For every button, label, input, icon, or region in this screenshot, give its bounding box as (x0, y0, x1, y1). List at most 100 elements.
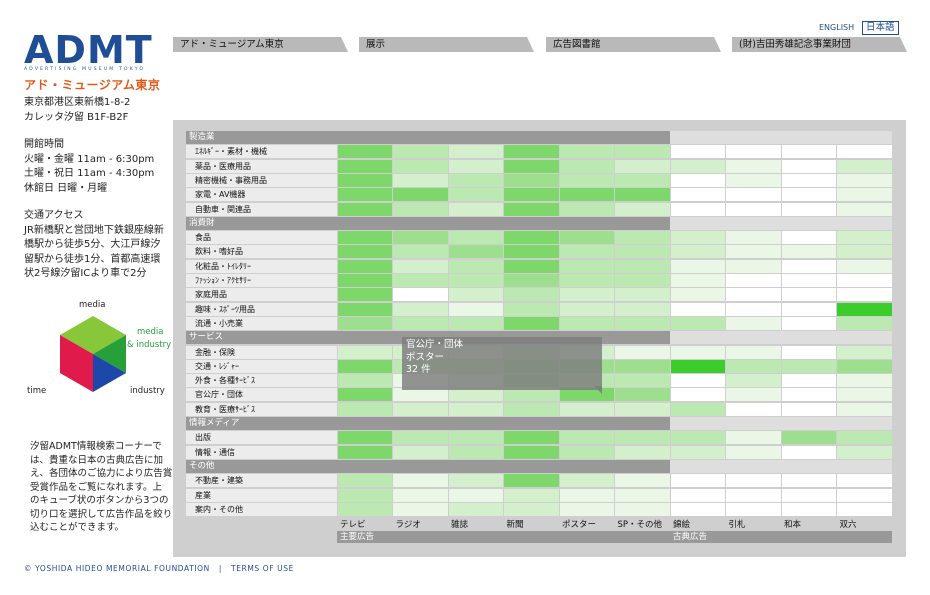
matrix-cell[interactable] (559, 502, 614, 516)
matrix-cell[interactable] (615, 159, 670, 173)
matrix-cell[interactable] (726, 202, 781, 216)
matrix-cell[interactable] (837, 488, 892, 502)
industry-row-label[interactable]: 食品 (186, 231, 337, 245)
matrix-cell[interactable] (559, 145, 614, 159)
matrix-cell[interactable] (615, 388, 670, 402)
matrix-cell[interactable] (559, 445, 614, 459)
matrix-cell[interactable] (615, 402, 670, 416)
media-column-label[interactable]: 和本 (784, 518, 801, 530)
category-header[interactable]: その他 (186, 459, 337, 473)
matrix-cell[interactable] (781, 388, 836, 402)
matrix-cell[interactable] (559, 188, 614, 202)
matrix-cell[interactable] (781, 402, 836, 416)
category-header[interactable]: 消費財 (186, 216, 337, 230)
matrix-cell[interactable] (670, 259, 725, 273)
media-column-label[interactable]: 雑誌 (451, 518, 468, 530)
matrix-cell[interactable] (726, 402, 781, 416)
matrix-cell[interactable] (781, 259, 836, 273)
industry-row-label[interactable]: 飲料・嗜好品 (186, 245, 337, 259)
matrix-cell[interactable] (393, 231, 448, 245)
matrix-cell[interactable] (337, 159, 392, 173)
matrix-cell[interactable] (393, 474, 448, 488)
matrix-cell[interactable] (559, 431, 614, 445)
matrix-cell[interactable] (337, 245, 392, 259)
industry-row-label[interactable]: ﾌｧｯｼｮﾝ・ｱｸｾｻﾘｰ (186, 274, 337, 287)
matrix-cell[interactable] (337, 502, 392, 516)
matrix-cell[interactable] (670, 245, 725, 259)
matrix-cell[interactable] (504, 231, 559, 245)
matrix-cell[interactable] (726, 159, 781, 173)
matrix-cell[interactable] (393, 274, 448, 287)
matrix-cell[interactable] (337, 173, 392, 187)
nav-tab-exhibition[interactable]: 展示 (359, 37, 534, 52)
industry-row-label[interactable]: 自動車・関連品 (186, 202, 337, 216)
matrix-cell[interactable] (837, 316, 892, 330)
matrix-cell[interactable] (781, 288, 836, 302)
matrix-cell[interactable] (615, 374, 670, 388)
matrix-cell[interactable] (393, 245, 448, 259)
matrix-cell[interactable] (615, 145, 670, 159)
matrix-cell[interactable] (781, 159, 836, 173)
matrix-cell[interactable] (559, 474, 614, 488)
matrix-cell[interactable] (448, 188, 503, 202)
industry-row-label[interactable]: 情報・通信 (186, 445, 337, 459)
matrix-cell[interactable] (670, 302, 725, 316)
media-column-label[interactable]: ポスター (562, 518, 596, 530)
matrix-cell[interactable] (615, 431, 670, 445)
matrix-cell[interactable] (393, 202, 448, 216)
matrix-cell[interactable] (559, 316, 614, 330)
industry-row-label[interactable]: 趣味・ｽﾎﾟｰﾂ用品 (186, 302, 337, 316)
matrix-cell[interactable] (559, 302, 614, 316)
matrix-cell[interactable] (504, 502, 559, 516)
industry-row-label[interactable]: 精密機械・事務用品 (186, 173, 337, 187)
matrix-cell[interactable] (726, 445, 781, 459)
matrix-cell[interactable] (615, 288, 670, 302)
matrix-cell[interactable] (837, 402, 892, 416)
matrix-cell[interactable] (837, 345, 892, 359)
matrix-cell[interactable] (837, 202, 892, 216)
industry-row-label[interactable]: 外食・各種ｻｰﾋﾞｽ (186, 374, 337, 388)
matrix-cell[interactable] (448, 502, 503, 516)
matrix-cell[interactable] (781, 316, 836, 330)
matrix-cell[interactable] (670, 159, 725, 173)
matrix-cell[interactable] (781, 202, 836, 216)
matrix-cell[interactable] (504, 202, 559, 216)
industry-row-label[interactable]: 家電・AV機器 (186, 188, 337, 202)
matrix-cell[interactable] (337, 488, 392, 502)
matrix-cell[interactable] (504, 188, 559, 202)
matrix-cell[interactable] (393, 145, 448, 159)
matrix-cell[interactable] (781, 488, 836, 502)
matrix-cell[interactable] (504, 474, 559, 488)
matrix-cell[interactable] (393, 316, 448, 330)
matrix-cell[interactable] (393, 288, 448, 302)
industry-row-label[interactable]: 教育・医療ｻｰﾋﾞｽ (186, 402, 337, 416)
matrix-cell[interactable] (448, 159, 503, 173)
matrix-cell[interactable] (393, 402, 448, 416)
matrix-cell[interactable] (504, 159, 559, 173)
matrix-cell[interactable] (670, 288, 725, 302)
media-column-label[interactable]: 双六 (840, 518, 857, 530)
matrix-cell[interactable] (615, 302, 670, 316)
matrix-cell[interactable] (781, 474, 836, 488)
matrix-cell[interactable] (726, 488, 781, 502)
matrix-cell[interactable] (615, 231, 670, 245)
media-column-label[interactable]: ラジオ (396, 518, 421, 530)
matrix-cell[interactable] (504, 173, 559, 187)
category-header[interactable]: サービス (186, 331, 337, 345)
matrix-cell[interactable] (726, 274, 781, 287)
matrix-cell[interactable] (448, 274, 503, 287)
matrix-cell[interactable] (726, 374, 781, 388)
terms-link[interactable]: TERMS OF USE (231, 564, 294, 573)
matrix-cell[interactable] (448, 302, 503, 316)
matrix-cell[interactable] (559, 288, 614, 302)
matrix-cell[interactable] (448, 316, 503, 330)
matrix-cell[interactable] (837, 431, 892, 445)
matrix-cell[interactable] (726, 388, 781, 402)
matrix-cell[interactable] (781, 173, 836, 187)
matrix-cell[interactable] (337, 402, 392, 416)
matrix-cell[interactable] (837, 188, 892, 202)
matrix-cell[interactable] (670, 188, 725, 202)
matrix-cell[interactable] (837, 502, 892, 516)
matrix-cell[interactable] (837, 288, 892, 302)
matrix-cell[interactable] (726, 145, 781, 159)
